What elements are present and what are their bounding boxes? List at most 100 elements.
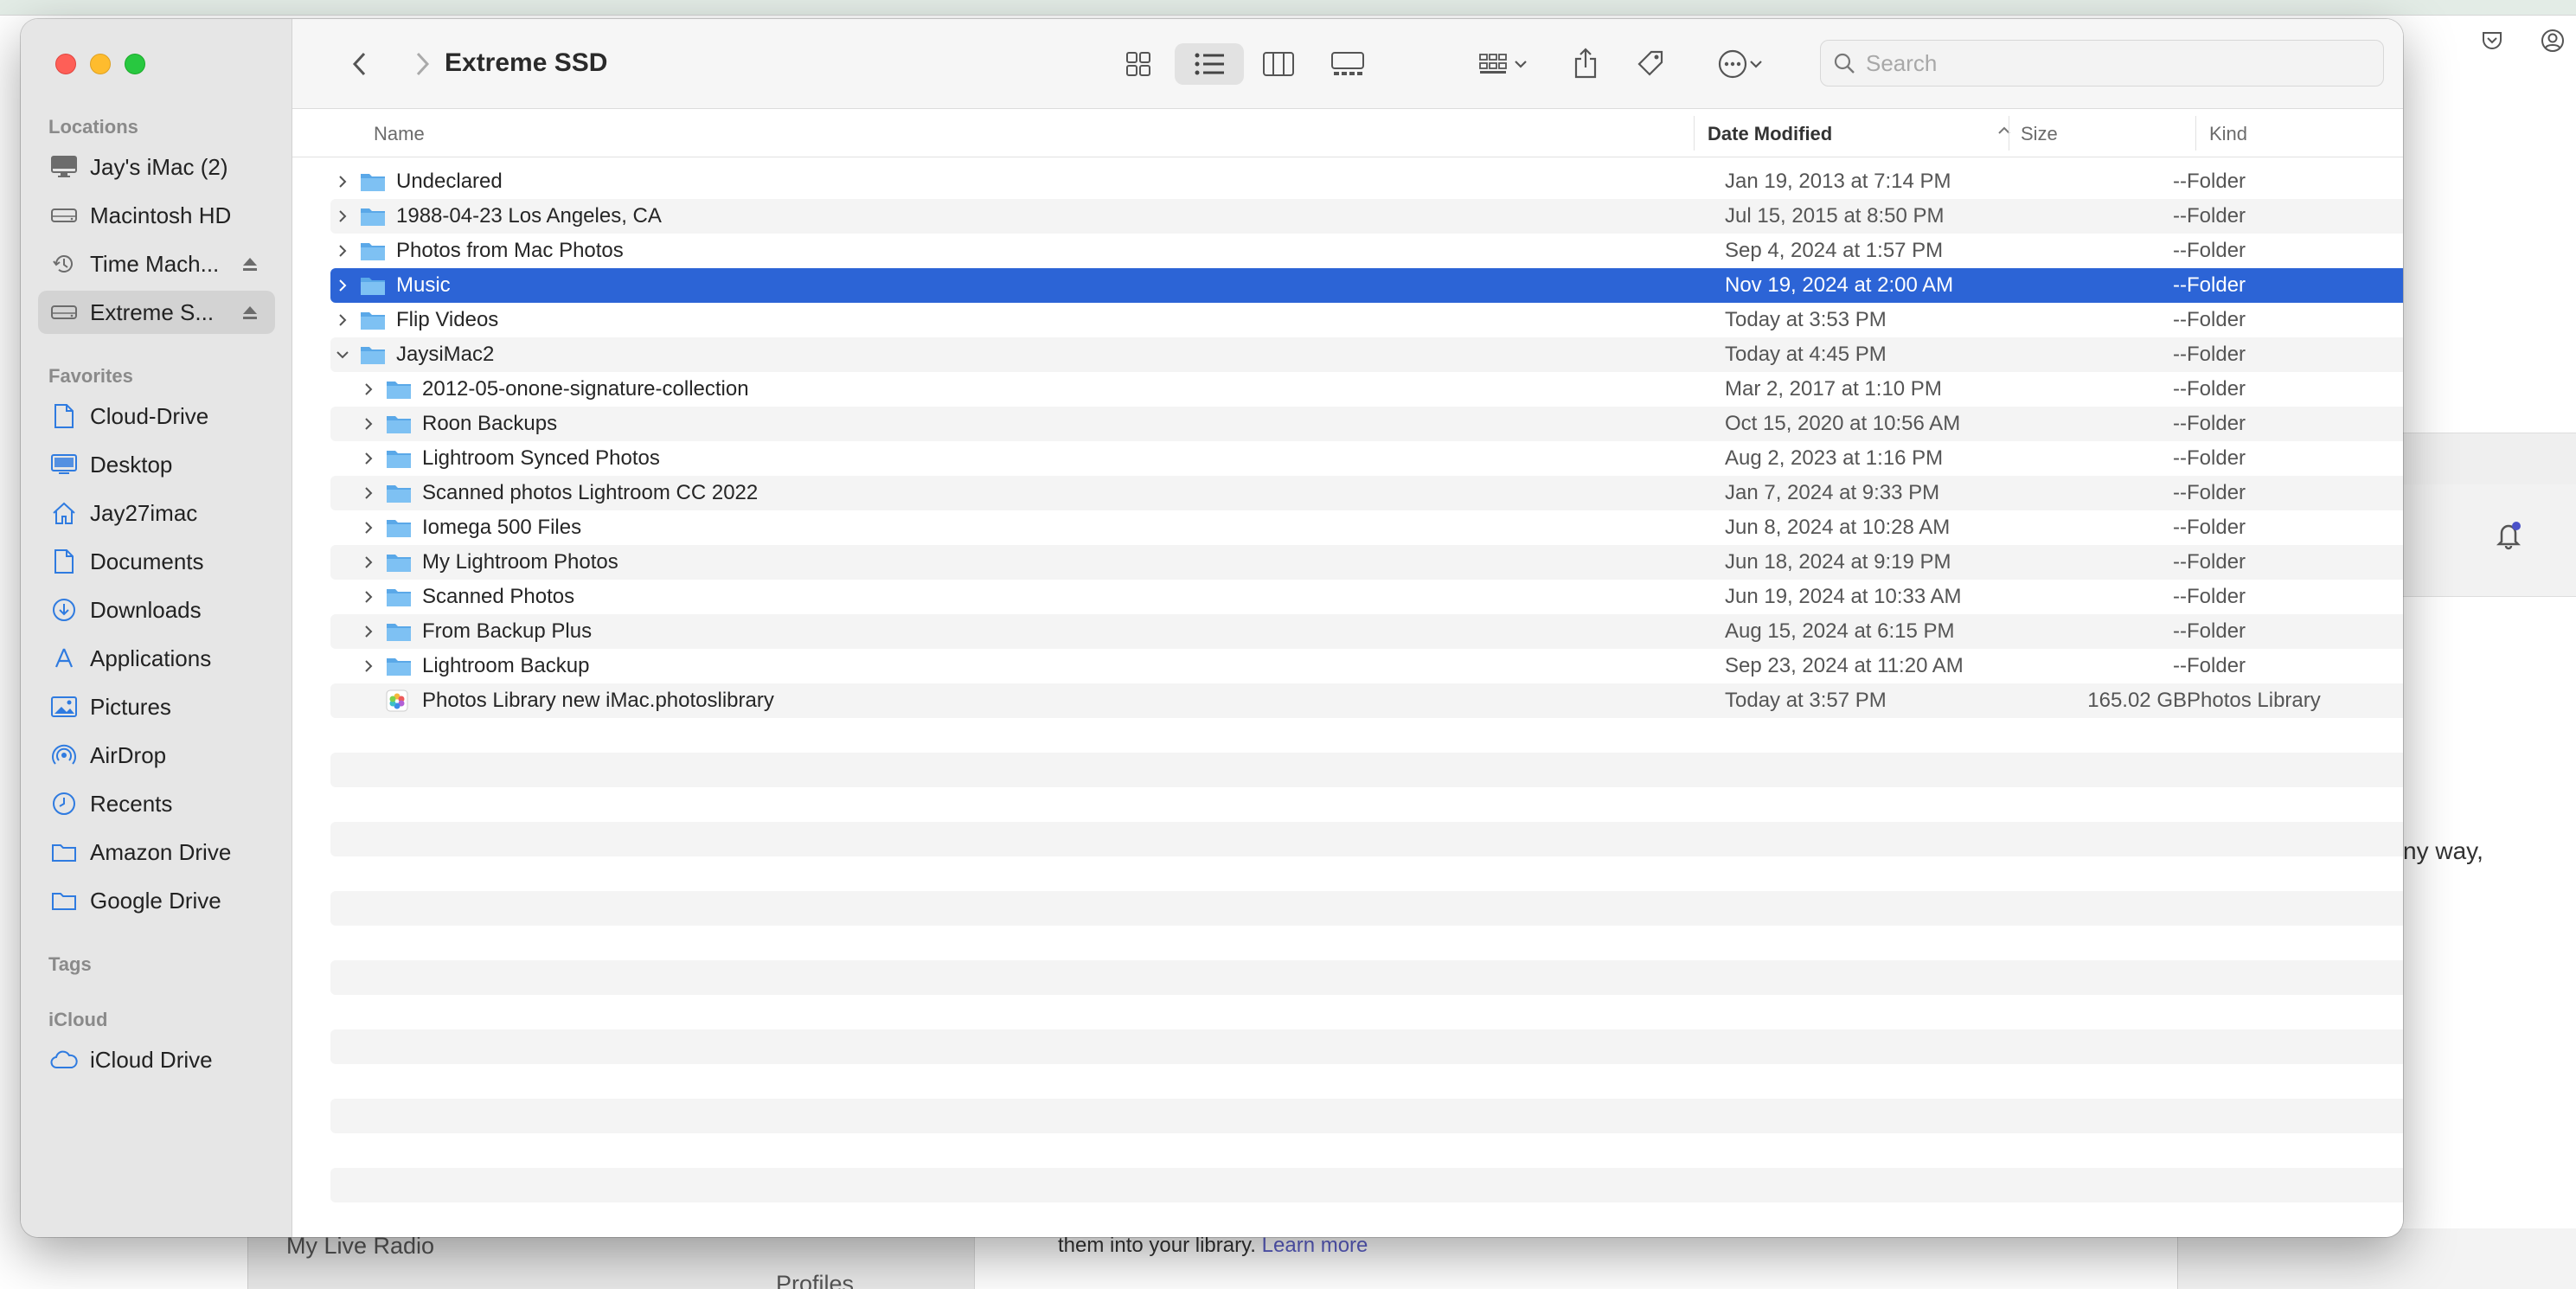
- sidebar-item-extreme-ssd[interactable]: Extreme S...: [38, 291, 275, 334]
- sidebar-item-google-drive[interactable]: Google Drive: [38, 879, 275, 922]
- list-view-button[interactable]: [1175, 43, 1244, 85]
- file-row-nested[interactable]: Lightroom Backup Sep 23, 2024 at 11:20 A…: [330, 649, 2403, 683]
- column-header-date-modified[interactable]: Date Modified: [1708, 123, 1832, 145]
- forward-button[interactable]: [408, 47, 436, 81]
- file-row[interactable]: Flip Videos Today at 3:53 PM -- Folder: [330, 303, 2403, 337]
- empty-row: [330, 856, 2403, 891]
- background-band: [2403, 433, 2576, 484]
- disclosure-chevron-icon[interactable]: [334, 173, 351, 190]
- back-button[interactable]: [346, 47, 374, 81]
- disclosure-chevron-icon[interactable]: [360, 415, 377, 433]
- gallery-icon: [1331, 52, 1364, 75]
- empty-row: [330, 1099, 2403, 1133]
- background-list-item[interactable]: Profiles: [776, 1267, 854, 1289]
- sidebar-item-jay27imac[interactable]: Jay27imac: [38, 491, 275, 535]
- disclosure-chevron-icon[interactable]: [360, 588, 377, 606]
- icon-view-button[interactable]: [1111, 45, 1166, 83]
- column-view-button[interactable]: [1251, 45, 1306, 83]
- folder-icon: [50, 887, 78, 914]
- file-row-nested[interactable]: Scanned Photos Jun 19, 2024 at 10:33 AM …: [330, 580, 2403, 614]
- background-panel: [2403, 484, 2576, 597]
- disclosure-chevron-icon[interactable]: [360, 657, 377, 675]
- share-button[interactable]: [1564, 42, 1607, 85]
- background-browser-strip: [0, 0, 2576, 16]
- background-right-panel: [2178, 1228, 2576, 1289]
- file-row-nested[interactable]: Lightroom Synced Photos Aug 2, 2023 at 1…: [330, 441, 2403, 476]
- sidebar-item-applications[interactable]: Applications: [38, 637, 275, 680]
- column-header-name[interactable]: Name: [374, 123, 425, 145]
- sidebar-item-downloads[interactable]: Downloads: [38, 588, 275, 632]
- search-field[interactable]: [1820, 40, 2384, 87]
- disclosure-chevron-icon[interactable]: [360, 450, 377, 467]
- file-row[interactable]: 1988-04-23 Los Angeles, CA Jul 15, 2015 …: [330, 199, 2403, 234]
- column-divider[interactable]: [1694, 116, 1695, 151]
- sidebar-item-cloud-drive[interactable]: Cloud-Drive: [38, 394, 275, 438]
- sidebar-item-label: Cloud-Drive: [90, 402, 209, 429]
- sidebar-item-recents[interactable]: Recents: [38, 782, 275, 825]
- eject-icon[interactable]: [240, 301, 260, 328]
- sidebar-item-macintosh-hd[interactable]: Macintosh HD: [38, 194, 275, 237]
- file-row-nested[interactable]: From Backup Plus Aug 15, 2024 at 6:15 PM…: [330, 614, 2403, 649]
- sidebar-item-pictures[interactable]: Pictures: [38, 685, 275, 728]
- learn-more-link[interactable]: Learn more: [1262, 1234, 1368, 1257]
- search-input[interactable]: [1866, 49, 2350, 77]
- sidebar-item-desktop[interactable]: Desktop: [38, 443, 275, 486]
- folder-icon: [387, 485, 411, 503]
- file-row-expanded[interactable]: JaysiMac2 Today at 4:45 PM -- Folder: [330, 337, 2403, 372]
- file-row-nested[interactable]: Roon Backups Oct 15, 2020 at 10:56 AM --…: [330, 407, 2403, 441]
- minimize-window-button[interactable]: [90, 54, 111, 74]
- file-row-nested[interactable]: Photos Library new iMac.photoslibrary To…: [330, 683, 2403, 718]
- eject-icon[interactable]: [240, 253, 260, 279]
- sidebar-item-label: Downloads: [90, 596, 202, 623]
- file-kind: Folder: [2187, 412, 2246, 435]
- more-actions-button[interactable]: [1706, 43, 1775, 85]
- file-date: Today at 3:57 PM: [1725, 689, 1887, 712]
- disclosure-chevron-icon[interactable]: [360, 554, 377, 571]
- pocket-icon[interactable]: [2477, 26, 2507, 55]
- empty-row: [330, 960, 2403, 995]
- file-size: --: [2173, 343, 2187, 366]
- disclosure-chevron-icon[interactable]: [360, 519, 377, 536]
- tag-button[interactable]: [1630, 43, 1673, 85]
- sidebar-item-time-machine[interactable]: Time Mach...: [38, 242, 275, 285]
- sort-ascending-icon[interactable]: [1996, 125, 2012, 141]
- sidebar-item-airdrop[interactable]: AirDrop: [38, 734, 275, 777]
- file-row-nested[interactable]: 2012-05-onone-signature-collection Mar 2…: [330, 372, 2403, 407]
- account-icon[interactable]: [2538, 26, 2567, 55]
- disclosure-chevron-icon[interactable]: [334, 242, 351, 260]
- column-divider[interactable]: [2195, 116, 2196, 151]
- group-icon: [1479, 54, 1507, 74]
- disclosure-chevron-icon[interactable]: [334, 208, 351, 225]
- file-row-nested[interactable]: Iomega 500 Files Jun 8, 2024 at 10:28 AM…: [330, 510, 2403, 545]
- search-icon: [1834, 53, 1855, 74]
- sidebar-item-jays-imac[interactable]: Jay's iMac (2): [38, 145, 275, 189]
- column-header-size[interactable]: Size: [2021, 123, 2058, 145]
- file-row[interactable]: Undeclared Jan 19, 2013 at 7:14 PM -- Fo…: [330, 164, 2403, 199]
- close-window-button[interactable]: [55, 54, 76, 74]
- tag-icon: [1637, 50, 1663, 76]
- empty-row: [330, 1029, 2403, 1064]
- empty-row: [330, 1064, 2403, 1099]
- disclosure-chevron-icon[interactable]: [360, 381, 377, 398]
- file-date: Today at 4:45 PM: [1725, 343, 1887, 366]
- file-name: Music: [396, 273, 451, 297]
- disclosure-chevron-icon[interactable]: [360, 623, 377, 640]
- sidebar-heading-favorites: Favorites: [48, 365, 133, 387]
- disclosure-chevron-icon[interactable]: [334, 277, 351, 294]
- sidebar-item-icloud-drive[interactable]: iCloud Drive: [38, 1038, 275, 1081]
- column-header-kind[interactable]: Kind: [2209, 123, 2247, 145]
- zoom-window-button[interactable]: [125, 54, 145, 74]
- disclosure-chevron-icon[interactable]: [334, 311, 351, 329]
- disclosure-chevron-icon[interactable]: [360, 484, 377, 502]
- file-row-nested[interactable]: My Lightroom Photos Jun 18, 2024 at 9:19…: [330, 545, 2403, 580]
- file-row-nested[interactable]: Scanned photos Lightroom CC 2022 Jan 7, …: [330, 476, 2403, 510]
- group-by-button[interactable]: [1469, 45, 1538, 83]
- disclosure-chevron-down-icon[interactable]: [334, 346, 351, 363]
- sidebar-item-documents[interactable]: Documents: [38, 540, 275, 583]
- notification-bell-icon[interactable]: [2491, 517, 2526, 556]
- file-row-selected[interactable]: Music Nov 19, 2024 at 2:00 AM -- Folder: [330, 268, 2403, 303]
- sidebar-item-label: Macintosh HD: [90, 202, 232, 228]
- file-row[interactable]: Photos from Mac Photos Sep 4, 2024 at 1:…: [330, 234, 2403, 268]
- gallery-view-button[interactable]: [1320, 45, 1375, 83]
- sidebar-item-amazon-drive[interactable]: Amazon Drive: [38, 830, 275, 874]
